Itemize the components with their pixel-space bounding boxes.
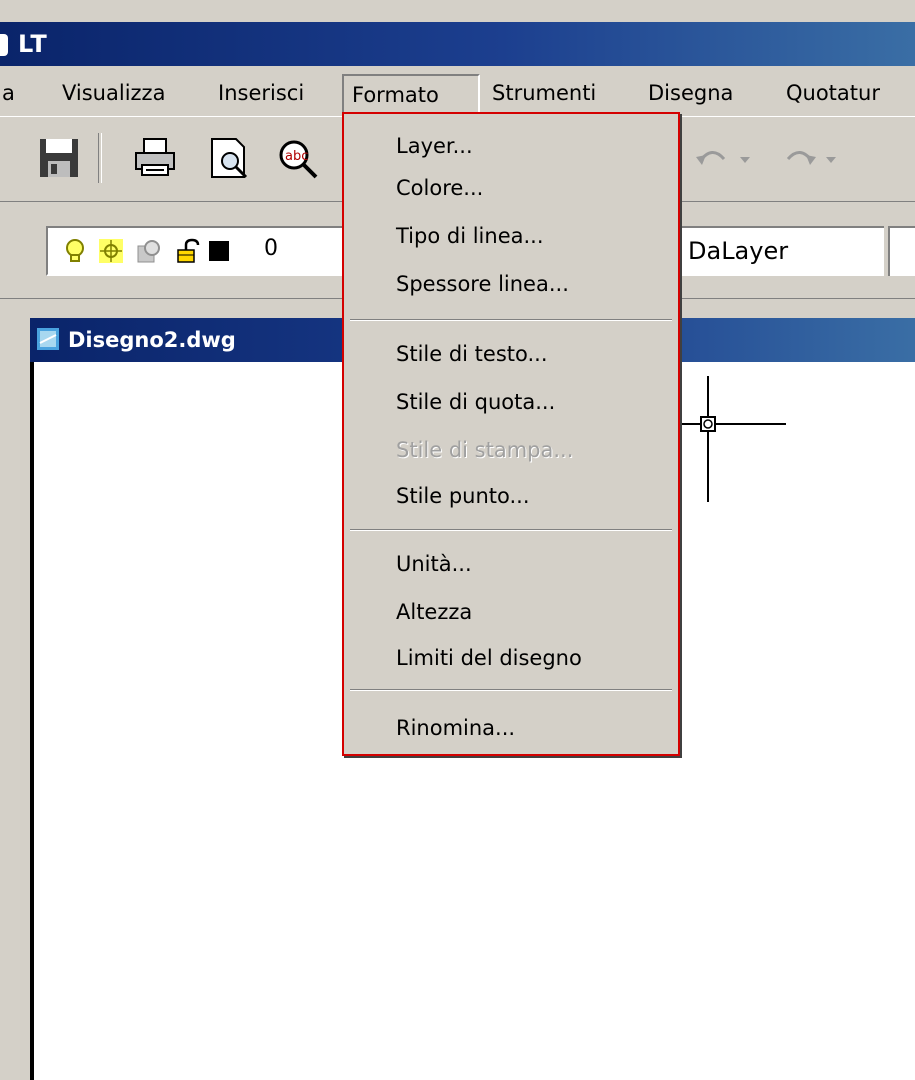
freeze-sun-icon[interactable] (98, 238, 124, 264)
layer-control-combo[interactable]: 0 (46, 226, 346, 276)
menu-item-altezza[interactable]: Altezza (396, 594, 472, 630)
menu-item-stile-quota[interactable]: Stile di quota... (396, 384, 555, 420)
menu-item-tipo-linea[interactable]: Tipo di linea... (396, 218, 544, 254)
color-control-combo[interactable]: DaLayer (678, 226, 884, 276)
menu-inserisci[interactable]: Inserisci (210, 74, 312, 112)
menu-formato[interactable]: Formato (342, 74, 480, 112)
menu-strumenti[interactable]: Strumenti (484, 74, 604, 112)
redo-icon[interactable] (776, 135, 822, 181)
menu-item-rinomina[interactable]: Rinomina... (396, 710, 515, 746)
padlock-icon[interactable] (176, 238, 202, 264)
app-title: LT (18, 30, 48, 58)
current-layer-name: 0 (264, 236, 278, 261)
print-icon[interactable] (132, 135, 178, 181)
menu-bar: a Visualizza Inserisci Formato Strumenti… (0, 66, 915, 116)
svg-text:abc: abc (285, 149, 308, 164)
menu-item-spessore-linea[interactable]: Spessore linea... (396, 266, 569, 302)
undo-dropdown-icon[interactable] (736, 135, 756, 181)
app-icon (0, 34, 8, 56)
menu-disegna[interactable]: Disegna (640, 74, 741, 112)
menu-file-partial[interactable]: a (0, 74, 23, 112)
menu-item-colore[interactable]: Colore... (396, 170, 483, 206)
menu-separator (350, 529, 672, 531)
toolbar-separator (98, 133, 102, 183)
app-title-bar[interactable]: LT (0, 22, 915, 66)
menu-item-stile-punto[interactable]: Stile punto... (396, 478, 530, 514)
spell-check-icon[interactable]: abc (274, 135, 320, 181)
formato-dropdown-menu: Layer... Colore... Tipo di linea... Spes… (342, 112, 680, 756)
menu-quotatura[interactable]: Quotatur (778, 74, 888, 112)
menu-separator (350, 689, 672, 691)
undo-icon[interactable] (690, 135, 736, 181)
document-title: Disegno2.dwg (68, 328, 236, 352)
menu-item-layer[interactable]: Layer... (396, 128, 473, 164)
menu-item-stile-testo[interactable]: Stile di testo... (396, 336, 548, 372)
menu-item-stile-stampa: Stile di stampa... (396, 438, 574, 462)
color-swatch-icon (209, 241, 229, 261)
window-top-edge (0, 0, 915, 23)
print-preview-icon[interactable] (206, 135, 252, 181)
menu-separator (350, 319, 672, 321)
save-icon[interactable] (36, 135, 82, 181)
menu-item-unita[interactable]: Unità... (396, 546, 472, 582)
redo-dropdown-icon[interactable] (822, 135, 842, 181)
menu-item-limiti-disegno[interactable]: Limiti del disegno (396, 640, 582, 676)
lightbulb-icon[interactable] (62, 238, 88, 264)
linetype-control-combo[interactable] (888, 226, 915, 276)
viewport-freeze-icon[interactable] (136, 238, 162, 264)
menu-visualizza[interactable]: Visualizza (54, 74, 173, 112)
drawing-document-icon (37, 328, 59, 350)
